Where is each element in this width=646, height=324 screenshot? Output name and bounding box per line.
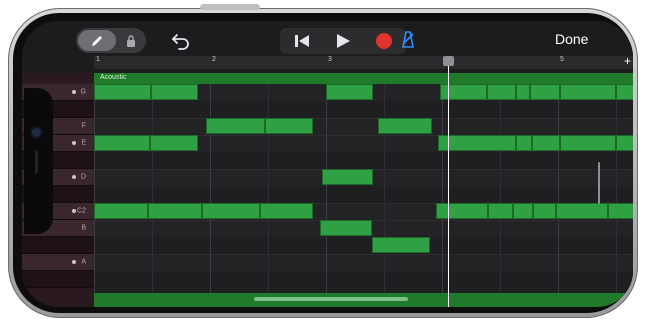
beat-line bbox=[268, 84, 269, 293]
grid-row bbox=[94, 254, 633, 272]
pencil-icon[interactable] bbox=[78, 30, 116, 51]
volume-button bbox=[200, 4, 260, 10]
sensor-housing bbox=[24, 88, 53, 234]
piano-roll-editor: Done 1 2 3 4 5 + Acoustic G F E D C2 B A bbox=[22, 21, 633, 307]
midi-note[interactable] bbox=[320, 220, 372, 236]
region-header[interactable]: Acoustic bbox=[94, 73, 633, 84]
midi-note[interactable] bbox=[372, 237, 430, 253]
vertical-scroll-indicator[interactable] bbox=[598, 162, 600, 204]
bar-line bbox=[442, 84, 443, 293]
midi-note[interactable] bbox=[533, 203, 556, 219]
grid-row bbox=[94, 237, 633, 255]
timeline-ruler[interactable]: 1 2 3 4 5 + bbox=[94, 54, 633, 69]
bar-line bbox=[558, 84, 559, 293]
midi-note[interactable] bbox=[322, 169, 373, 185]
grid-row bbox=[94, 152, 633, 170]
midi-note[interactable] bbox=[556, 203, 608, 219]
key-label: B bbox=[81, 224, 86, 232]
midi-note[interactable] bbox=[530, 84, 560, 100]
midi-note[interactable] bbox=[608, 203, 633, 219]
playhead[interactable] bbox=[448, 57, 449, 307]
grid-row bbox=[94, 101, 633, 119]
midi-note[interactable] bbox=[560, 84, 616, 100]
key-label: C2 bbox=[77, 207, 86, 215]
piano-key[interactable]: A bbox=[22, 254, 94, 271]
key-dot bbox=[72, 90, 76, 94]
bar-line bbox=[210, 84, 211, 293]
key-label: D bbox=[80, 173, 86, 181]
midi-note[interactable] bbox=[378, 118, 432, 134]
region-name: Acoustic bbox=[100, 74, 127, 81]
midi-note[interactable] bbox=[560, 135, 616, 151]
play-icon[interactable] bbox=[325, 28, 361, 54]
beat-line bbox=[384, 84, 385, 293]
key-dot bbox=[72, 175, 76, 179]
add-bar-button[interactable]: + bbox=[624, 54, 631, 68]
undo-icon[interactable] bbox=[170, 29, 192, 51]
edit-mode-switch[interactable] bbox=[76, 28, 146, 53]
midi-note[interactable] bbox=[150, 135, 198, 151]
metronome-icon[interactable] bbox=[398, 29, 420, 51]
playhead-handle[interactable] bbox=[443, 56, 454, 66]
key-dot bbox=[72, 260, 76, 264]
midi-note[interactable] bbox=[488, 203, 513, 219]
midi-note[interactable] bbox=[513, 203, 533, 219]
midi-note[interactable] bbox=[616, 135, 633, 151]
midi-note[interactable] bbox=[94, 203, 148, 219]
bar-number: 2 bbox=[212, 56, 216, 63]
piano-key[interactable] bbox=[22, 271, 94, 288]
midi-note[interactable] bbox=[487, 84, 516, 100]
midi-note[interactable] bbox=[151, 84, 198, 100]
camera-icon bbox=[32, 128, 41, 137]
beat-line bbox=[616, 84, 617, 293]
piano-key[interactable] bbox=[22, 237, 94, 254]
midi-note[interactable] bbox=[94, 84, 151, 100]
midi-note[interactable] bbox=[616, 84, 633, 100]
midi-note[interactable] bbox=[438, 135, 516, 151]
midi-note[interactable] bbox=[326, 84, 373, 100]
go-to-start-icon[interactable] bbox=[284, 28, 320, 54]
midi-note[interactable] bbox=[260, 203, 313, 219]
note-grid[interactable] bbox=[94, 84, 633, 293]
beat-line bbox=[500, 84, 501, 293]
transport-controls bbox=[280, 28, 406, 54]
midi-note[interactable] bbox=[94, 135, 150, 151]
key-label: F bbox=[81, 122, 86, 130]
midi-note[interactable] bbox=[265, 118, 313, 134]
grid-row bbox=[94, 118, 633, 136]
lock-icon[interactable] bbox=[120, 31, 142, 50]
midi-note[interactable] bbox=[148, 203, 202, 219]
midi-note[interactable] bbox=[516, 84, 530, 100]
midi-note[interactable] bbox=[202, 203, 260, 219]
home-indicator[interactable] bbox=[254, 297, 408, 301]
bar-line bbox=[94, 84, 95, 293]
beat-line bbox=[152, 84, 153, 293]
bar-line bbox=[326, 84, 327, 293]
bar-number: 3 bbox=[328, 56, 332, 63]
grid-row bbox=[94, 186, 633, 204]
key-label: E bbox=[81, 139, 86, 147]
midi-note[interactable] bbox=[436, 203, 488, 219]
key-dot bbox=[72, 141, 76, 145]
key-label: G bbox=[80, 88, 86, 96]
speaker-grille bbox=[35, 150, 38, 174]
bar-number: 5 bbox=[560, 56, 564, 63]
midi-note[interactable] bbox=[532, 135, 560, 151]
midi-note[interactable] bbox=[206, 118, 265, 134]
bar-number: 1 bbox=[96, 56, 100, 63]
grid-row bbox=[94, 271, 633, 293]
key-label: A bbox=[81, 258, 86, 266]
key-dot bbox=[72, 209, 76, 213]
done-button[interactable]: Done bbox=[555, 31, 588, 47]
record-icon[interactable] bbox=[366, 28, 402, 54]
midi-note[interactable] bbox=[516, 135, 532, 151]
